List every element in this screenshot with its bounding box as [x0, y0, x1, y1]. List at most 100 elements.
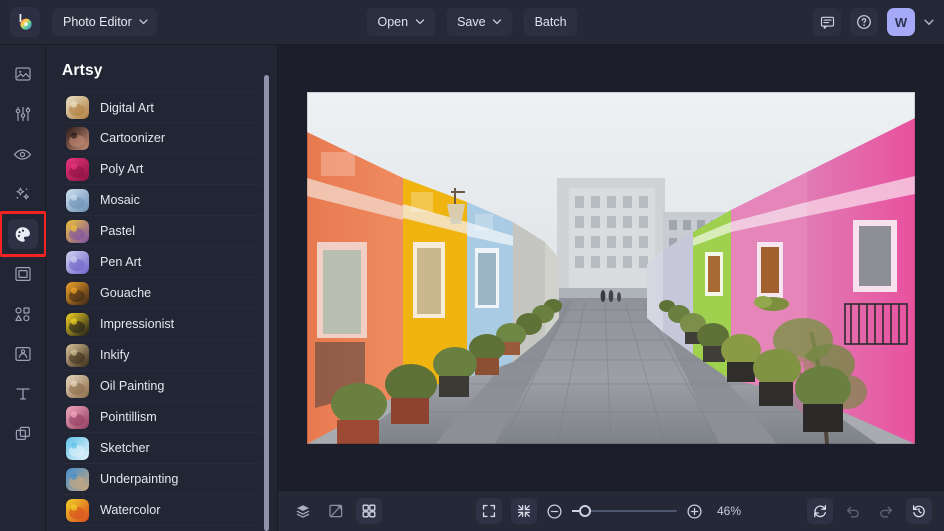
watercolor-thumb: [66, 499, 89, 522]
preset-label: Underpainting: [100, 472, 178, 486]
account-chevron-down-icon[interactable]: [924, 19, 934, 26]
canvas-viewport[interactable]: [278, 45, 944, 490]
user-avatar[interactable]: W: [887, 8, 915, 36]
rail-item-frames[interactable]: [8, 259, 38, 289]
open-button[interactable]: Open: [366, 8, 435, 36]
pointillism-thumb: [66, 406, 89, 429]
zoom-level-label: 46%: [712, 504, 746, 518]
save-button[interactable]: Save: [446, 8, 513, 36]
preset-row[interactable]: Cartoonizer: [62, 123, 261, 154]
undo-button[interactable]: [840, 498, 866, 524]
color-wheel-logo-icon: [15, 12, 35, 32]
preset-row[interactable]: Pen Art: [62, 247, 261, 278]
batch-button[interactable]: Batch: [524, 8, 578, 36]
rail-item-image[interactable]: [8, 59, 38, 89]
compare-icon: [328, 503, 344, 519]
mosaic-thumb: [66, 189, 89, 212]
artsy-panel: Artsy Digital ArtCartoonizerPoly ArtMosa…: [46, 45, 278, 531]
plus-circle-icon[interactable]: [686, 503, 703, 520]
feedback-button[interactable]: [813, 8, 841, 36]
preset-row[interactable]: Pastel: [62, 216, 261, 247]
preset-row[interactable]: Digital Art: [62, 92, 261, 123]
bottom-right-tools: [807, 498, 932, 524]
preset-row[interactable]: Poly Art: [62, 154, 261, 185]
chat-bubble-icon: [820, 15, 835, 30]
digital-art-thumb: [66, 96, 89, 119]
layers-panel-toggle[interactable]: [290, 498, 316, 524]
app-mode-dropdown[interactable]: Photo Editor: [52, 8, 157, 36]
history-icon: [911, 503, 927, 519]
rail-item-layers[interactable]: [8, 419, 38, 449]
shrink-icon: [516, 503, 532, 519]
preset-label: Cartoonizer: [100, 131, 165, 145]
preset-row[interactable]: Pointillism: [62, 402, 261, 433]
preset-row[interactable]: Gouache: [62, 278, 261, 309]
canvas-area: 46%: [278, 45, 944, 531]
preset-row[interactable]: Inkify: [62, 340, 261, 371]
zoom-slider[interactable]: [572, 510, 677, 512]
rail-item-text[interactable]: [8, 379, 38, 409]
zoom-slider-handle[interactable]: [579, 505, 591, 517]
app-mode-label: Photo Editor: [63, 15, 132, 29]
help-button[interactable]: [850, 8, 878, 36]
preset-row[interactable]: Impressionist: [62, 309, 261, 340]
history-button[interactable]: [906, 498, 932, 524]
preset-label: Impressionist: [100, 317, 174, 331]
account-actions-group: W: [813, 8, 934, 36]
top-toolbar: Photo Editor Open Save Batch: [0, 0, 944, 45]
edited-photo[interactable]: [307, 92, 915, 444]
open-label: Open: [377, 15, 408, 29]
preset-row[interactable]: Mosaic: [62, 185, 261, 216]
rail-item-overlays[interactable]: [8, 339, 38, 369]
photo-render: [307, 92, 915, 444]
main-body: Artsy Digital ArtCartoonizerPoly ArtMosa…: [0, 45, 944, 531]
rail-item-retouch[interactable]: [8, 139, 38, 169]
grid-toggle[interactable]: [356, 498, 382, 524]
minus-circle-icon[interactable]: [546, 503, 563, 520]
app-logo-button[interactable]: [10, 7, 40, 37]
fit-screen-icon: [481, 503, 497, 519]
preset-label: Digital Art: [100, 101, 154, 115]
cartoonizer-thumb: [66, 127, 89, 150]
panel-scrollbar-thumb[interactable]: [264, 75, 269, 531]
preset-label: Sketcher: [100, 441, 150, 455]
impressionist-thumb: [66, 313, 89, 336]
preset-row[interactable]: Underpainting: [62, 464, 261, 495]
reset-icon: [812, 503, 828, 519]
inkify-thumb: [66, 344, 89, 367]
avatar-initial: W: [895, 15, 907, 30]
redo-button[interactable]: [873, 498, 899, 524]
reset-button[interactable]: [807, 498, 833, 524]
panel-scrollbar[interactable]: [264, 75, 269, 531]
image-icon: [14, 65, 32, 83]
sparkles-icon: [13, 185, 32, 204]
preset-label: Oil Painting: [100, 379, 164, 393]
save-label: Save: [457, 15, 486, 29]
frame-icon: [14, 265, 32, 283]
preset-label: Pastel: [100, 224, 135, 238]
rail-item-artsy[interactable]: [8, 219, 38, 249]
overlay-icon: [14, 345, 32, 363]
file-actions-group: Open Save Batch: [366, 8, 577, 36]
preset-row[interactable]: Watercolor: [62, 495, 261, 526]
bottom-left-tools: [290, 498, 382, 524]
preset-row[interactable]: Sketcher: [62, 433, 261, 464]
actual-size-button[interactable]: [511, 498, 537, 524]
rail-item-shapes[interactable]: [8, 299, 38, 329]
preset-row[interactable]: Oil Painting: [62, 371, 261, 402]
compare-toggle[interactable]: [323, 498, 349, 524]
preset-label: Gouache: [100, 286, 151, 300]
sketcher-thumb: [66, 437, 89, 460]
preset-label: Inkify: [100, 348, 129, 362]
batch-label: Batch: [535, 15, 567, 29]
rail-item-effects-ai[interactable]: [8, 179, 38, 209]
underpainting-thumb: [66, 468, 89, 491]
rail-item-adjust[interactable]: [8, 99, 38, 129]
preset-label: Pen Art: [100, 255, 141, 269]
zoom-controls: 46%: [476, 498, 746, 524]
poly-art-thumb: [66, 158, 89, 181]
chevron-down-icon: [139, 19, 148, 25]
chevron-down-icon: [493, 19, 502, 25]
fit-to-screen-button[interactable]: [476, 498, 502, 524]
shapes-icon: [13, 305, 32, 324]
